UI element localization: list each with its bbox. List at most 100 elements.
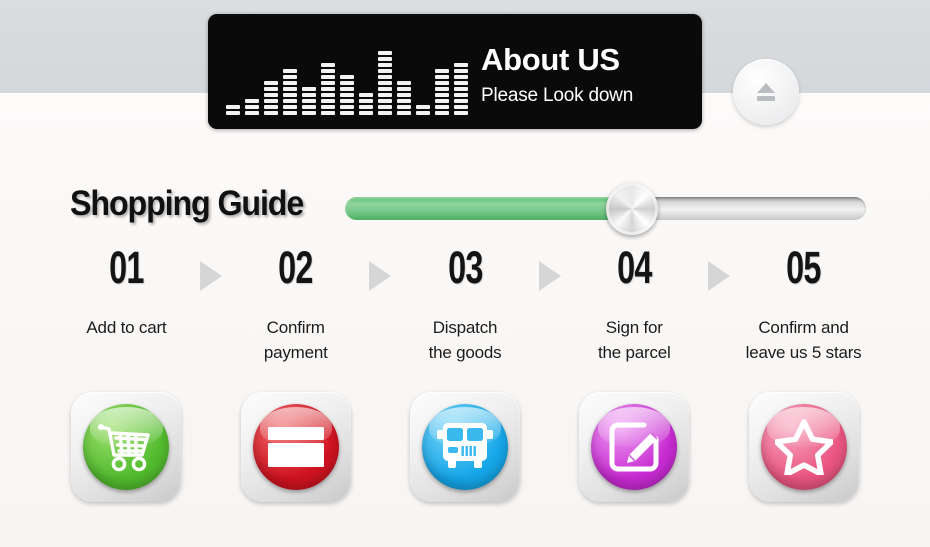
equalizer-segment: [226, 105, 240, 109]
equalizer-segment: [378, 87, 392, 91]
equalizer-segment: [321, 81, 335, 85]
icon-row-spacer: [531, 392, 567, 502]
shopping-cart-icon: [83, 404, 170, 490]
equalizer-segment: [283, 81, 297, 85]
step-label: Confirm payment: [229, 316, 362, 365]
step-number: 04: [616, 242, 652, 293]
step-label: Confirm and leave us 5 stars: [737, 316, 870, 365]
step-01: 01 Add to cart: [60, 245, 193, 341]
step-label-line1: Confirm: [266, 318, 325, 337]
shopping-cart-button[interactable]: [71, 392, 182, 502]
step-label-line2: the goods: [428, 342, 502, 362]
equalizer-segment: [321, 87, 335, 91]
equalizer-segment: [226, 111, 240, 115]
equalizer-segment: [359, 93, 373, 97]
step-label-line2: payment: [263, 342, 328, 362]
equalizer-segment: [245, 105, 259, 109]
step-04: 04 Sign for the parcel: [568, 245, 701, 365]
equalizer-segment: [283, 69, 297, 73]
icon-cell-01: [60, 392, 193, 502]
equalizer-segment: [302, 99, 316, 103]
equalizer-segment: [340, 99, 354, 103]
equalizer-segment: [454, 105, 468, 109]
delivery-bus-icon: [422, 404, 508, 490]
equalizer-segment: [321, 69, 335, 73]
credit-card-button[interactable]: [240, 392, 351, 502]
triangle-right-icon: [362, 261, 398, 291]
delivery-bus-button[interactable]: [410, 392, 520, 502]
equalizer-segment: [397, 87, 411, 91]
equalizer-bar: [397, 81, 411, 115]
equalizer-bar: [226, 105, 240, 115]
equalizer-segment: [283, 93, 297, 97]
equalizer-segment: [397, 111, 411, 115]
equalizer-bar: [454, 63, 468, 115]
step-03: 03 Dispatch the goods: [399, 245, 532, 365]
equalizer-segment: [264, 105, 278, 109]
equalizer-segment: [416, 111, 430, 115]
equalizer-bar: [378, 51, 392, 115]
equalizer-segment: [416, 105, 430, 109]
equalizer-segment: [321, 111, 335, 115]
equalizer-segment: [359, 99, 373, 103]
equalizer-segment: [378, 93, 392, 97]
equalizer-segment: [359, 111, 373, 115]
banner-text-group: About US Please Look down: [481, 44, 686, 105]
equalizer-bar: [321, 63, 335, 115]
equalizer-segment: [435, 87, 449, 91]
equalizer-segment: [397, 105, 411, 109]
sign-pencil-button[interactable]: [579, 392, 690, 502]
step-label-line1: Dispatch: [432, 318, 498, 337]
step-label: Dispatch the goods: [399, 316, 532, 365]
equalizer-segment: [454, 81, 468, 85]
triangle-right-icon: [193, 261, 229, 291]
equalizer-segment: [283, 87, 297, 91]
equalizer-segment: [378, 63, 392, 67]
equalizer-segment: [340, 75, 354, 79]
equalizer-segment: [397, 93, 411, 97]
equalizer-segment: [397, 81, 411, 85]
equalizer-graphic: [226, 35, 468, 115]
equalizer-segment: [321, 99, 335, 103]
equalizer-segment: [340, 81, 354, 85]
equalizer-segment: [302, 87, 316, 91]
equalizer-segment: [454, 75, 468, 79]
step-icons-section: [0, 392, 930, 517]
slider-knob[interactable]: [605, 183, 658, 235]
equalizer-segment: [302, 93, 316, 97]
star-button[interactable]: [748, 392, 859, 502]
equalizer-segment: [321, 75, 335, 79]
equalizer-segment: [302, 111, 316, 115]
about-us-banner: About US Please Look down: [208, 14, 702, 129]
equalizer-segment: [378, 105, 392, 109]
equalizer-bar: [359, 93, 373, 115]
equalizer-segment: [264, 93, 278, 97]
equalizer-segment: [378, 57, 392, 61]
equalizer-segment: [435, 93, 449, 97]
equalizer-bar: [340, 75, 354, 115]
equalizer-segment: [302, 105, 316, 109]
page-root: About US Please Look down Shopping Guide…: [0, 0, 930, 547]
equalizer-bar: [435, 69, 449, 115]
steps-section: 01 Add to cart 02 Confirm payment 03 Dispatch…: [0, 245, 930, 375]
eject-button[interactable]: [733, 59, 799, 125]
equalizer-segment: [359, 105, 373, 109]
equalizer-segment: [378, 51, 392, 55]
sign-pencil-icon: [591, 404, 678, 490]
equalizer-bar: [264, 81, 278, 115]
equalizer-segment: [378, 75, 392, 79]
icon-cell-05: [737, 392, 870, 502]
slider-fill: [345, 197, 632, 220]
equalizer-segment: [454, 63, 468, 67]
icon-cell-02: [229, 392, 362, 502]
step-label-line2: leave us 5 stars: [745, 342, 862, 362]
step-02: 02 Confirm payment: [229, 245, 362, 365]
equalizer-segment: [454, 93, 468, 97]
progress-slider[interactable]: [345, 183, 866, 235]
step-label-line2: the parcel: [597, 342, 671, 362]
step-label-line1: Sign for: [605, 318, 663, 337]
equalizer-segment: [378, 99, 392, 103]
equalizer-segment: [245, 111, 259, 115]
icon-cell-03: [399, 392, 532, 502]
equalizer-segment: [454, 87, 468, 91]
